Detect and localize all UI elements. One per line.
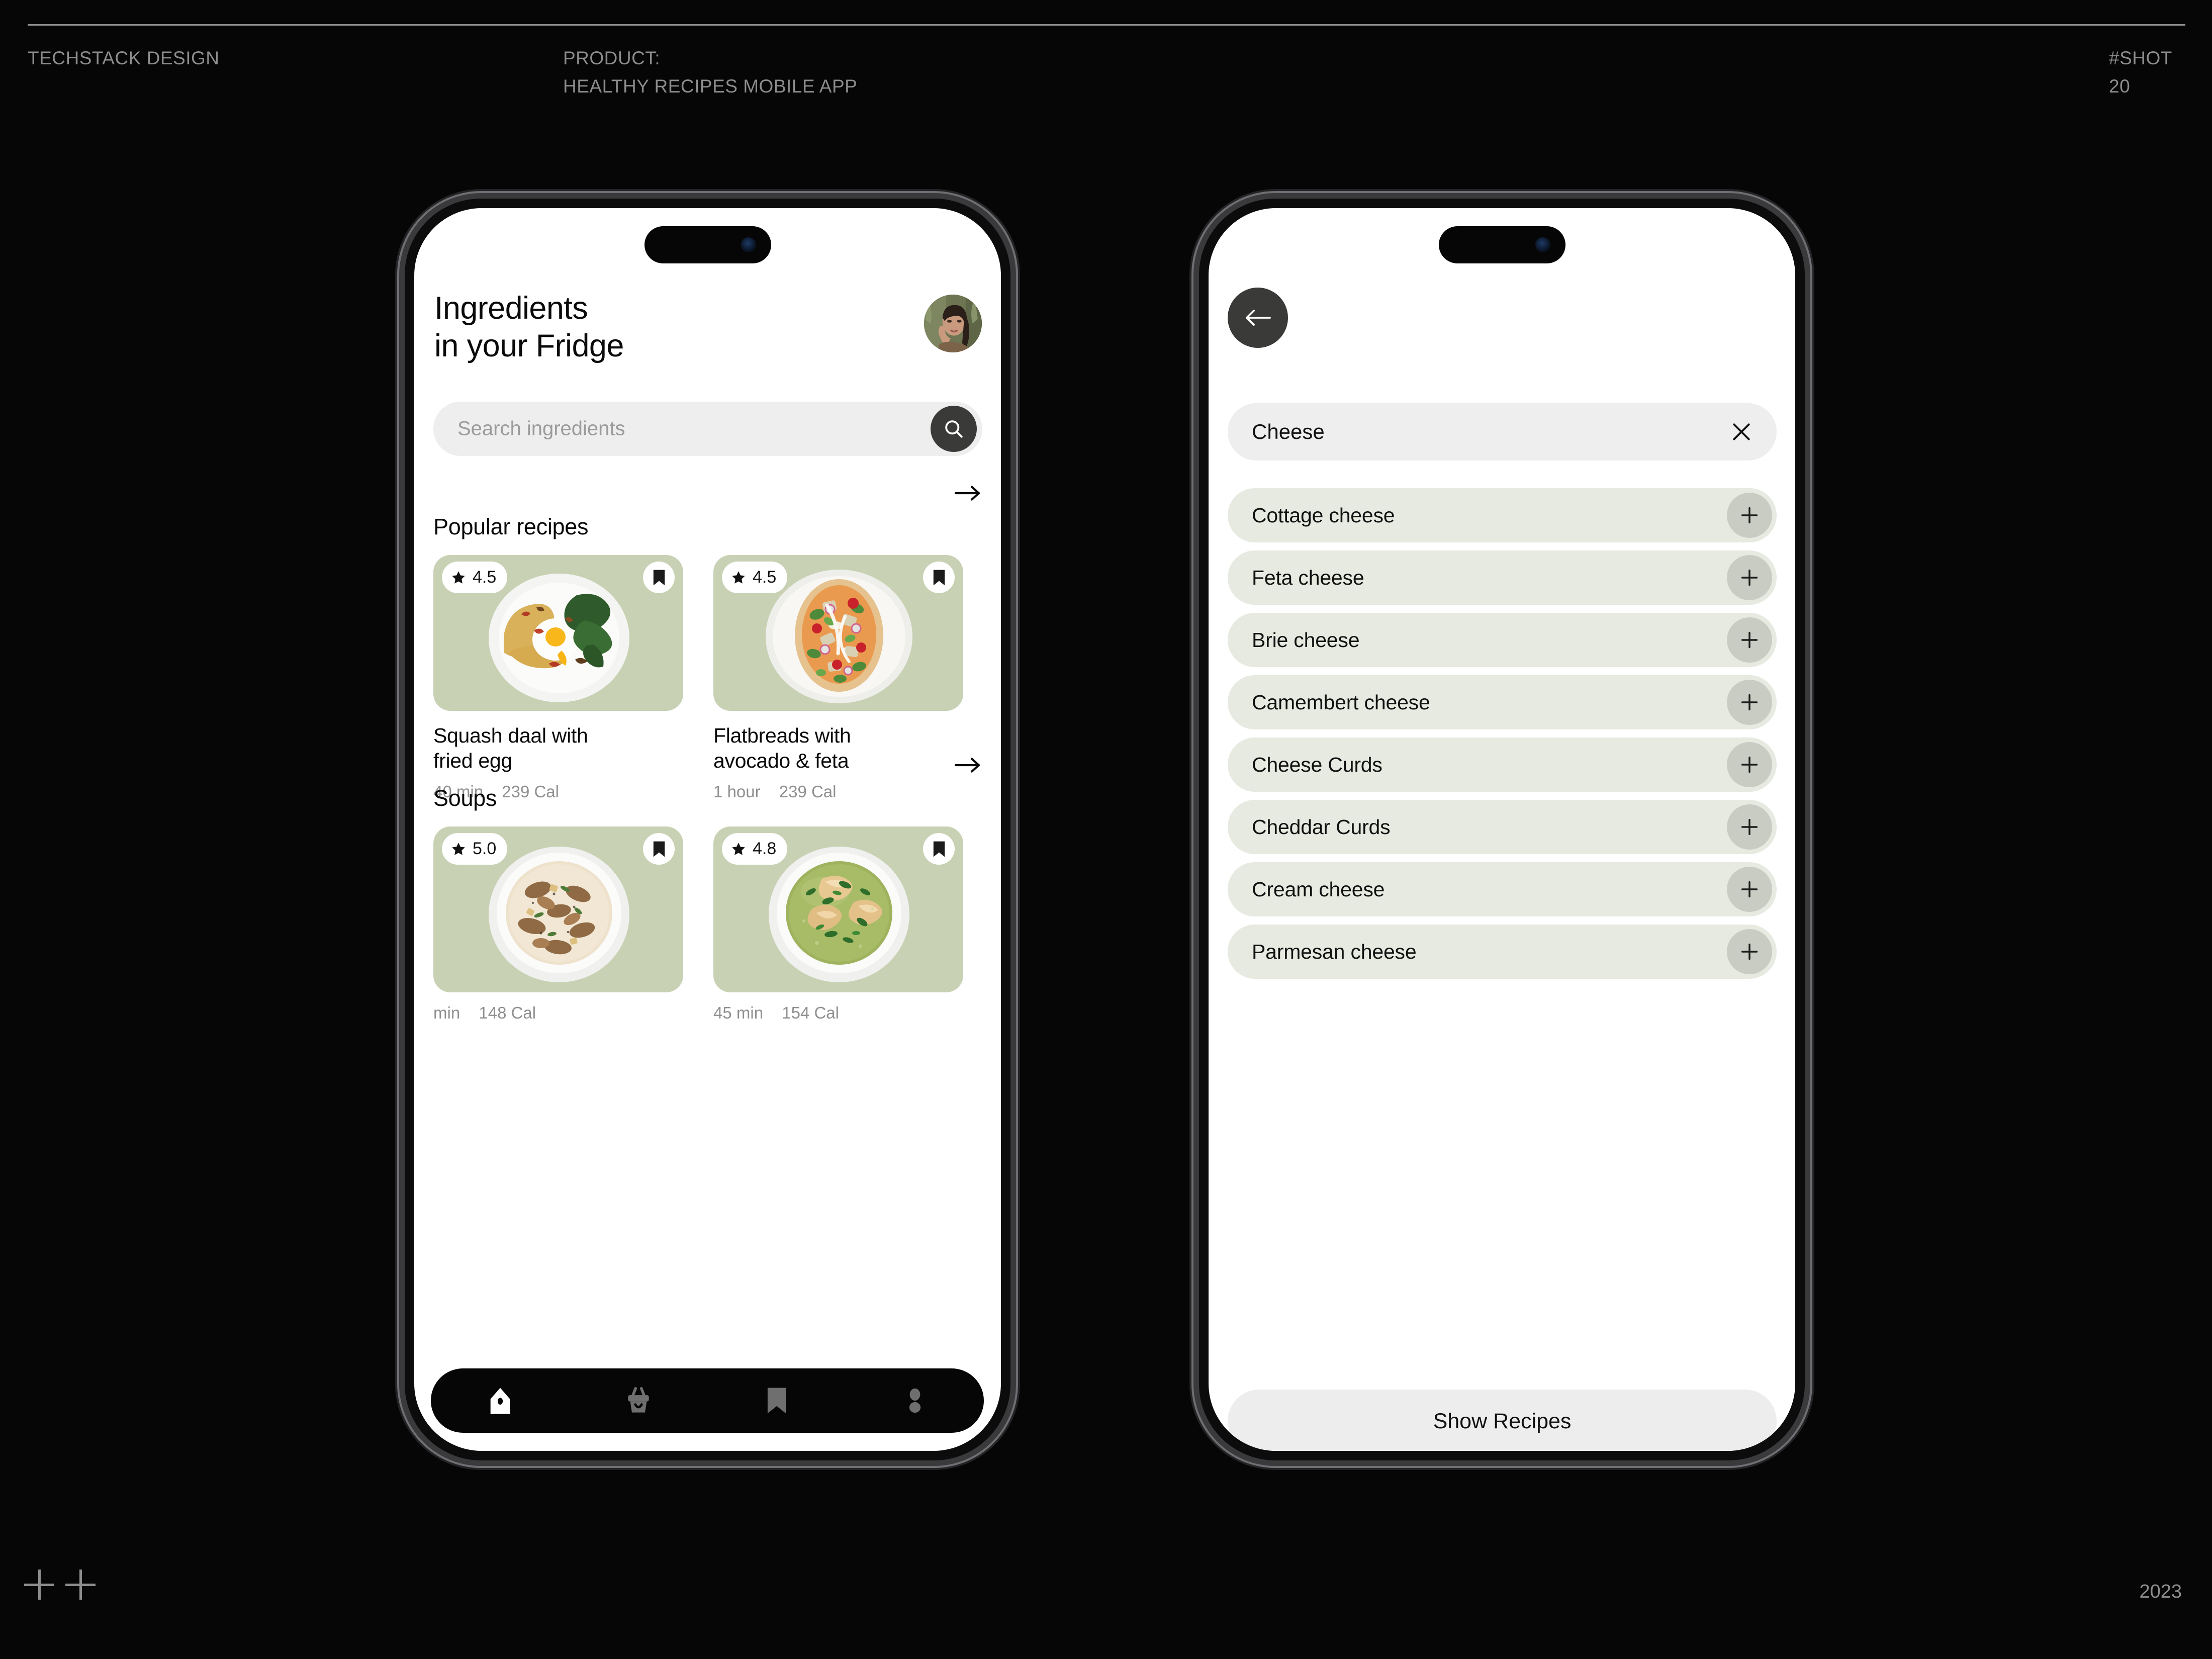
bookmark-icon[interactable] — [923, 833, 955, 865]
avatar[interactable] — [924, 295, 982, 352]
close-icon[interactable] — [1730, 421, 1753, 443]
search-query-value: Cheese — [1252, 420, 1325, 443]
recipe-meta: 45 min 154 Cal — [713, 1003, 963, 1023]
product-name: PRODUCT: HEALTHY RECIPES MOBILE APP — [563, 48, 858, 97]
bottom-navigation — [431, 1368, 984, 1433]
bookmark-icon[interactable] — [923, 562, 955, 593]
rating-badge: 4.8 — [722, 833, 788, 865]
basket-icon[interactable] — [624, 1386, 653, 1415]
recipe-name: Flatbreads with avocado & feta — [713, 724, 851, 773]
phone-mockup-home: Ingredients in your Fridge Search ingred… — [405, 199, 1010, 1460]
plus-icon[interactable] — [1727, 680, 1772, 725]
plus-mark-icon — [24, 1570, 54, 1600]
recipe-image: 5.0 — [433, 826, 683, 992]
dynamic-island — [644, 226, 771, 263]
plus-icon[interactable] — [1727, 617, 1772, 663]
recipe-card[interactable]: 4.5 Flatbreads with avocado & feta 1 hou… — [713, 555, 963, 801]
recipe-card[interactable]: 4.8 45 min 154 Cal — [713, 826, 963, 1023]
phone-mockup-search: Cheese Cottage cheese Feta cheese Brie c… — [1199, 199, 1805, 1460]
home-icon[interactable] — [486, 1386, 515, 1415]
recipe-time: min — [433, 1003, 460, 1022]
dynamic-island — [1438, 226, 1565, 263]
ingredient-label: Cheese Curds — [1252, 753, 1382, 776]
studio-name: TECHSTACK DESIGN — [28, 48, 220, 68]
rating-badge: 4.5 — [722, 562, 788, 593]
list-item[interactable]: Cream cheese — [1228, 862, 1777, 916]
list-item[interactable]: Cottage cheese — [1228, 488, 1777, 542]
profile-icon[interactable] — [900, 1386, 930, 1415]
plus-icon[interactable] — [1727, 929, 1772, 974]
recipe-meta: min 148 Cal — [433, 1003, 683, 1023]
plus-icon[interactable] — [1727, 493, 1772, 538]
recipe-time: 1 hour — [713, 782, 761, 801]
footer-year: 2023 — [2139, 1581, 2182, 1602]
ingredient-suggestion-list: Cottage cheese Feta cheese Brie cheese C… — [1228, 488, 1777, 987]
search-icon[interactable] — [931, 406, 977, 452]
rating-badge: 5.0 — [442, 833, 508, 865]
section-heading-popular: Popular recipes — [433, 514, 589, 539]
recipe-meta: 1 hour 239 Cal — [713, 782, 963, 801]
plus-icon[interactable] — [1727, 742, 1772, 787]
recipe-time: 45 min — [713, 1003, 764, 1022]
ingredient-label: Cottage cheese — [1252, 503, 1395, 527]
recipe-calories: 148 Cal — [479, 1003, 536, 1022]
recipe-name: Squash daal with fried egg — [433, 724, 588, 773]
section-next-arrow-popular[interactable] — [955, 486, 981, 501]
bookmark-icon[interactable] — [643, 833, 675, 865]
plus-icon[interactable] — [1727, 555, 1772, 600]
search-screen: Cheese Cottage cheese Feta cheese Brie c… — [1209, 208, 1795, 1451]
back-button[interactable] — [1228, 288, 1288, 348]
ingredient-label: Brie cheese — [1252, 628, 1360, 652]
page-title: Ingredients in your Fridge — [434, 291, 624, 363]
rating-badge: 4.5 — [442, 562, 508, 593]
rating-value: 4.5 — [753, 568, 777, 587]
list-item[interactable]: Camembert cheese — [1228, 675, 1777, 729]
ingredient-label: Parmesan cheese — [1252, 940, 1417, 963]
section-heading-soups: Soups — [433, 785, 497, 811]
recipe-calories: 239 Cal — [502, 782, 559, 801]
plus-icon[interactable] — [1727, 867, 1772, 912]
section-next-arrow-soups[interactable] — [955, 758, 981, 773]
plus-mark-icon — [65, 1570, 96, 1600]
list-item[interactable]: Cheese Curds — [1228, 738, 1777, 792]
ingredient-label: Camembert cheese — [1252, 690, 1430, 714]
list-item[interactable]: Feta cheese — [1228, 550, 1777, 605]
list-item[interactable]: Cheddar Curds — [1228, 800, 1777, 854]
home-screen: Ingredients in your Fridge Search ingred… — [414, 208, 1001, 1451]
ingredient-label: Cheddar Curds — [1252, 815, 1391, 839]
show-recipes-button[interactable]: Show Recipes — [1228, 1390, 1777, 1451]
search-input[interactable]: Search ingredients — [433, 402, 982, 456]
list-item[interactable]: Brie cheese — [1228, 613, 1777, 667]
rating-value: 5.0 — [473, 839, 497, 858]
recipe-image: 4.5 — [433, 555, 683, 711]
recipe-card[interactable]: 5.0 min 148 Cal — [433, 826, 683, 1023]
rating-value: 4.8 — [753, 839, 777, 858]
ingredient-label: Cream cheese — [1252, 877, 1385, 901]
recipe-calories: 239 Cal — [779, 782, 837, 801]
recipe-calories: 154 Cal — [782, 1003, 839, 1022]
bookmark-icon[interactable] — [643, 562, 675, 593]
search-query-field[interactable]: Cheese — [1228, 403, 1777, 460]
search-placeholder: Search ingredients — [457, 417, 625, 440]
ingredient-label: Feta cheese — [1252, 566, 1364, 589]
list-item[interactable]: Parmesan cheese — [1228, 925, 1777, 979]
plus-icon[interactable] — [1727, 804, 1772, 850]
header-divider — [28, 24, 2185, 26]
recipe-card[interactable]: 4.5 Squash daal with fried egg 40 min 23… — [433, 555, 683, 801]
bookmark-icon[interactable] — [762, 1386, 791, 1415]
recipe-image: 4.5 — [713, 555, 963, 711]
shot-number: #SHOT 20 — [2109, 48, 2172, 97]
recipe-image: 4.8 — [713, 826, 963, 992]
rating-value: 4.5 — [473, 568, 497, 587]
